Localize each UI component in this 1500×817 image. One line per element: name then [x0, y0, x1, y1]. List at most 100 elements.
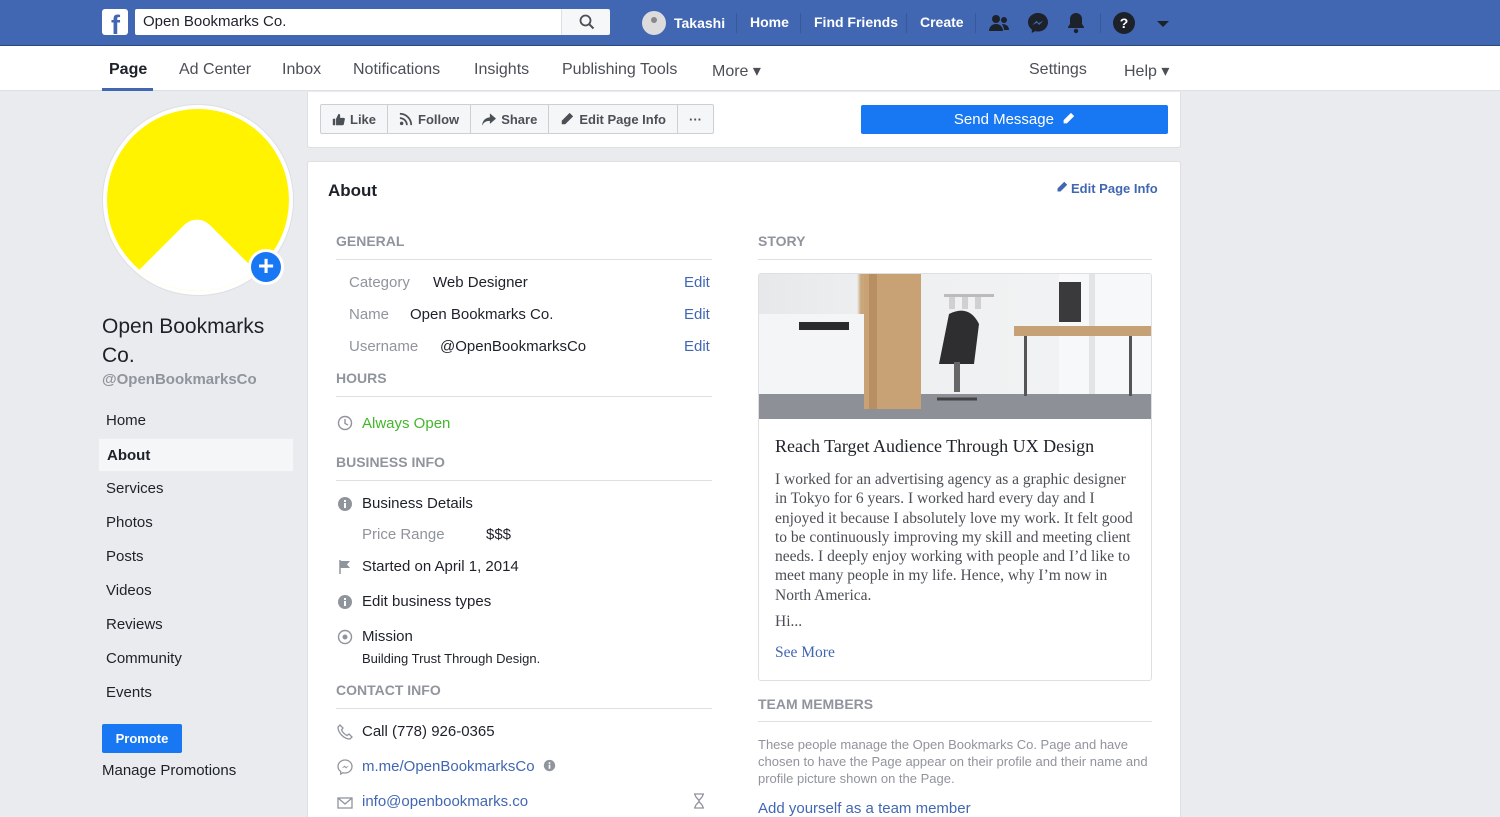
clock-icon — [337, 415, 353, 431]
profile-link[interactable]: Takashi — [642, 10, 725, 36]
name-value: Open Bookmarks Co. — [410, 306, 554, 323]
info-icon[interactable] — [543, 759, 556, 772]
tab-settings[interactable]: Settings — [1029, 61, 1087, 79]
office-desk-photo-icon — [759, 274, 1151, 419]
page-sidebar-nav: Home About Services Photos Posts Videos … — [98, 404, 294, 710]
share-button[interactable]: Share — [471, 105, 550, 133]
like-label: Like — [350, 111, 377, 127]
account-menu-chevron-down-icon[interactable] — [1151, 11, 1175, 35]
search-input[interactable]: Open Bookmarks Co. — [135, 9, 561, 35]
active-tab-indicator — [102, 88, 153, 91]
create-link[interactable]: Create — [920, 14, 964, 30]
edit-name-link[interactable]: Edit — [684, 306, 710, 323]
phone-number[interactable]: Call (778) 926-0365 — [362, 723, 495, 740]
team-members-description: These people manage the Open Bookmarks C… — [758, 737, 1148, 786]
business-details-label: Business Details — [362, 495, 473, 512]
username-label: Username — [349, 338, 419, 355]
messenger-link[interactable]: m.me/OpenBookmarksCo — [362, 758, 535, 775]
price-range-value: $$$ — [486, 526, 512, 543]
send-message-button[interactable]: Send Message — [861, 105, 1168, 134]
info-icon — [338, 595, 352, 609]
hourglass-icon — [694, 793, 704, 809]
tab-help[interactable]: Help ▾ — [1124, 61, 1169, 81]
manage-promotions-link[interactable]: Manage Promotions — [102, 762, 236, 779]
home-link[interactable]: Home — [750, 14, 789, 30]
team-members-section-title: Team Members — [758, 696, 874, 712]
promote-button[interactable]: Promote — [102, 724, 182, 753]
sidebar-item-home[interactable]: Home — [98, 404, 294, 438]
add-photo-button[interactable]: + — [248, 249, 284, 285]
page-username[interactable]: @OpenBookmarksCo — [102, 371, 257, 388]
friend-requests-icon[interactable] — [987, 11, 1011, 35]
notifications-bell-icon[interactable] — [1064, 11, 1088, 35]
divider — [975, 13, 976, 33]
sidebar-item-services[interactable]: Services — [98, 472, 294, 506]
tab-page[interactable]: Page — [109, 61, 147, 79]
svg-text:?: ? — [1120, 15, 1129, 31]
edit-category-link[interactable]: Edit — [684, 274, 710, 291]
sidebar-item-about[interactable]: About — [98, 438, 294, 472]
user-name: Takashi — [674, 15, 726, 31]
edit-page-info-label: Edit Page Info — [579, 111, 666, 127]
hours-section-title: Hours — [336, 370, 387, 386]
story-cover-image — [759, 274, 1151, 419]
pencil-icon — [562, 112, 574, 125]
edit-page-info-link[interactable]: Edit Page Info — [1056, 181, 1158, 196]
tab-inbox[interactable]: Inbox — [282, 61, 321, 79]
divider — [336, 396, 712, 397]
edit-page-info-button[interactable]: Edit Page Info — [549, 105, 678, 133]
more-options-button[interactable]: ··· — [678, 105, 713, 133]
divider — [1100, 13, 1101, 33]
category-label: Category — [349, 274, 410, 291]
story-headline[interactable]: Reach Target Audience Through UX Design — [775, 436, 1094, 457]
divider — [800, 13, 801, 33]
sidebar-item-photos[interactable]: Photos — [98, 506, 294, 540]
tab-insights[interactable]: Insights — [474, 61, 529, 79]
divider — [336, 480, 712, 481]
plus-icon: + — [251, 252, 281, 282]
avatar — [642, 11, 666, 35]
divider — [758, 259, 1152, 260]
edit-business-types-link[interactable]: Edit business types — [362, 593, 491, 610]
divider — [906, 13, 907, 33]
sidebar-item-community[interactable]: Community — [98, 642, 294, 676]
email-link[interactable]: info@openbookmarks.co — [362, 793, 528, 810]
page-action-buttons: Like Follow Share Edit Page Info ··· — [320, 104, 714, 134]
divider — [736, 13, 737, 33]
contact-info-section-title: Contact Info — [336, 682, 441, 698]
mission-label: Mission — [362, 628, 413, 645]
sidebar-item-events[interactable]: Events — [98, 676, 294, 710]
tab-notifications[interactable]: Notifications — [353, 61, 440, 79]
sidebar-item-reviews[interactable]: Reviews — [98, 608, 294, 642]
tab-publishing-tools[interactable]: Publishing Tools — [562, 61, 677, 79]
top-navigation-bar: f Open Bookmarks Co. Takashi Home Find F… — [0, 0, 1500, 46]
help-icon[interactable]: ? — [1112, 11, 1136, 35]
sidebar-item-videos[interactable]: Videos — [98, 574, 294, 608]
flag-icon — [339, 560, 350, 574]
info-icon — [338, 497, 352, 511]
tab-more[interactable]: More ▾ — [712, 61, 761, 81]
story-excerpt-end: Hi... — [775, 613, 803, 630]
facebook-logo-icon[interactable]: f — [102, 9, 128, 35]
search-button[interactable] — [561, 9, 610, 35]
divider — [336, 708, 712, 709]
mission-target-icon — [337, 629, 353, 645]
edit-page-info-link-label: Edit Page Info — [1071, 181, 1158, 196]
more-dots-icon: ··· — [689, 111, 702, 127]
hours-value: Always Open — [362, 415, 451, 432]
add-team-member-link[interactable]: Add yourself as a team member — [758, 800, 971, 817]
page-tabs-bar: Page Ad Center Inbox Notifications Insig… — [0, 46, 1500, 91]
category-value: Web Designer — [433, 274, 528, 291]
share-label: Share — [501, 111, 538, 127]
find-friends-link[interactable]: Find Friends — [814, 14, 898, 30]
messenger-icon[interactable] — [1026, 11, 1050, 35]
share-arrow-icon — [482, 112, 497, 126]
follow-button[interactable]: Follow — [388, 105, 472, 133]
see-more-link[interactable]: See More — [775, 644, 835, 662]
like-button[interactable]: Like — [321, 105, 389, 133]
username-value: @OpenBookmarksCo — [440, 338, 587, 355]
sidebar-item-posts[interactable]: Posts — [98, 540, 294, 574]
tab-ad-center[interactable]: Ad Center — [179, 61, 251, 79]
edit-username-link[interactable]: Edit — [684, 338, 710, 355]
messenger-icon — [337, 759, 353, 775]
